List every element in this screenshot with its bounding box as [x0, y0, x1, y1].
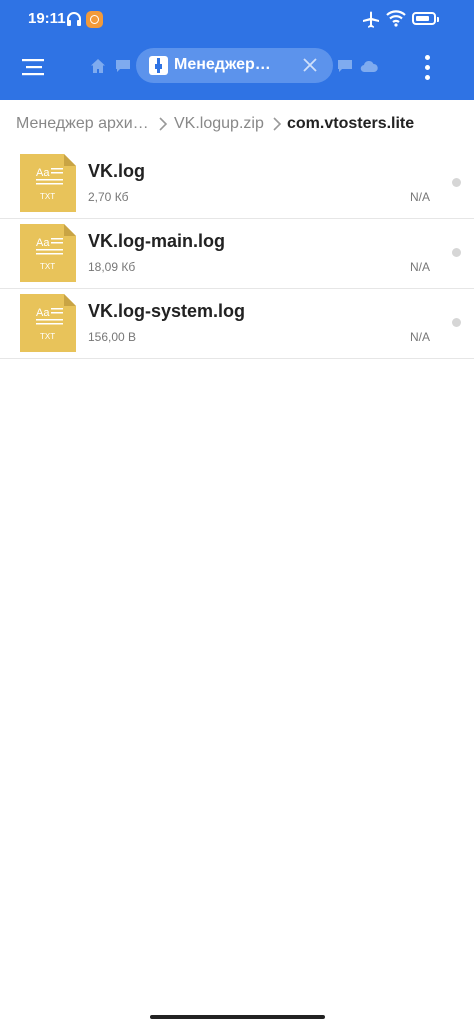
list-item[interactable]: Aa TXT VK.log 2,70 Кб N/A	[0, 148, 474, 219]
more-vert-icon[interactable]	[415, 51, 439, 83]
home-indicator[interactable]	[150, 1015, 325, 1019]
file-size: 18,09 Кб	[88, 260, 136, 274]
file-name: VK.log-system.log	[88, 301, 246, 321]
chat-icon[interactable]	[115, 59, 131, 73]
chat-icon[interactable]	[337, 59, 353, 73]
breadcrumb-item-archive-manager[interactable]: Менеджер архи…	[16, 115, 149, 133]
text-file-icon: Aa TXT	[20, 224, 76, 282]
file-size: 156,00 B	[88, 330, 137, 344]
file-icon-ext: TXT	[40, 262, 55, 271]
cloud-icon[interactable]	[360, 59, 378, 73]
file-date: N/A	[410, 330, 431, 344]
file-icon-ext: TXT	[40, 192, 55, 201]
battery-icon	[412, 12, 439, 25]
file-name: VK.log-main.log	[88, 231, 225, 251]
breadcrumb-item-current[interactable]: com.vtosters.lite	[287, 115, 414, 133]
notification-app-icon	[86, 11, 103, 28]
file-date: N/A	[410, 190, 431, 204]
app-bar: 19:11 Менеджер…	[0, 0, 474, 100]
close-icon[interactable]	[302, 57, 318, 73]
chevron-right-icon	[159, 117, 168, 131]
select-checkbox[interactable]	[452, 318, 461, 327]
breadcrumb-item-zip[interactable]: VK.logup.zip	[174, 115, 264, 133]
file-date: N/A	[410, 260, 431, 274]
tab-label: Менеджер…	[174, 56, 271, 73]
headphones-icon	[67, 12, 81, 26]
text-file-icon: Aa TXT	[20, 154, 76, 212]
breadcrumb: Менеджер архи… VK.logup.zip com.vtosters…	[0, 100, 474, 148]
file-icon-top-text: Aa	[36, 237, 50, 249]
file-size: 2,70 Кб	[88, 190, 129, 204]
select-checkbox[interactable]	[452, 248, 461, 257]
wifi-icon	[386, 10, 406, 27]
text-file-icon: Aa TXT	[20, 294, 76, 352]
file-name: VK.log	[88, 161, 145, 181]
list-item[interactable]: Aa TXT VK.log-system.log 156,00 B N/A	[0, 288, 474, 359]
tab-archive-manager[interactable]: Менеджер…	[136, 48, 333, 83]
file-icon-ext: TXT	[40, 332, 55, 341]
chevron-right-icon	[273, 117, 282, 131]
status-time: 19:11	[28, 10, 66, 27]
airplane-mode-icon	[363, 11, 379, 28]
status-bar: 19:11	[0, 0, 474, 40]
file-icon-top-text: Aa	[36, 307, 50, 319]
select-checkbox[interactable]	[452, 178, 461, 187]
menu-icon[interactable]	[16, 50, 50, 84]
archive-icon	[149, 56, 168, 75]
list-item[interactable]: Aa TXT VK.log-main.log 18,09 Кб N/A	[0, 218, 474, 289]
file-icon-top-text: Aa	[36, 167, 50, 179]
home-icon[interactable]	[90, 58, 106, 74]
